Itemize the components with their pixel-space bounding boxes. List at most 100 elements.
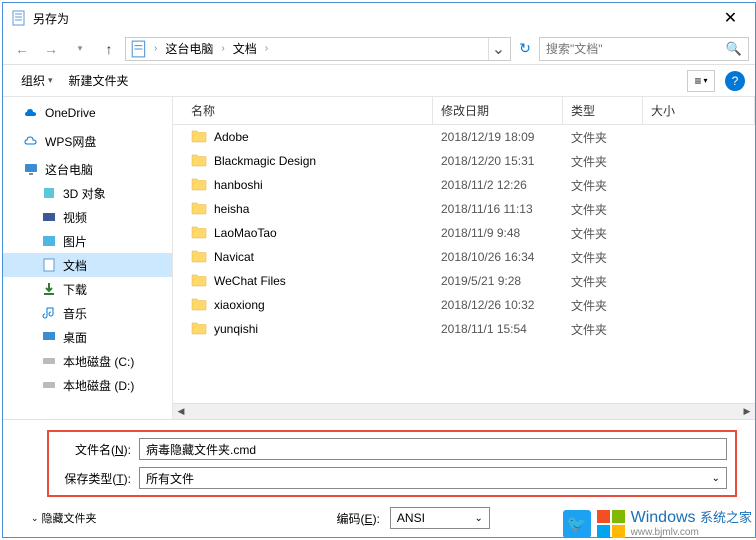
help-button[interactable]: ? xyxy=(725,71,745,91)
sidebar-downloads[interactable]: 下载 xyxy=(3,277,172,301)
file-list[interactable]: Adobe2018/12/19 18:09文件夹Blackmagic Desig… xyxy=(173,125,755,403)
file-name: Navicat xyxy=(214,250,254,264)
filename-input[interactable] xyxy=(139,438,727,460)
document-location-icon xyxy=(130,40,148,58)
file-date: 2018/12/20 15:31 xyxy=(433,154,563,168)
file-date: 2018/11/9 9:48 xyxy=(433,226,563,240)
file-type: 文件夹 xyxy=(563,321,643,338)
table-row[interactable]: xiaoxiong2018/12/26 10:32文件夹 xyxy=(173,293,755,317)
breadcrumb-dropdown[interactable]: ⌄ xyxy=(488,38,508,60)
file-date: 2018/11/16 11:13 xyxy=(433,202,563,216)
videos-icon xyxy=(41,209,57,225)
sidebar-3d-objects[interactable]: 3D 对象 xyxy=(3,181,172,205)
chevron-down-icon: ⌄ xyxy=(712,473,720,484)
folder-icon xyxy=(191,201,207,218)
file-list-area: 名称 修改日期 类型 大小 Adobe2018/12/19 18:09文件夹Bl… xyxy=(173,97,755,419)
view-mode-dropdown[interactable]: ≡ ▾ xyxy=(687,70,715,92)
column-size[interactable]: 大小 xyxy=(643,97,755,124)
encoding-label: 编码(E): xyxy=(337,510,380,527)
file-date: 2019/5/21 9:28 xyxy=(433,274,563,288)
back-button[interactable]: ← xyxy=(9,36,35,62)
search-input[interactable] xyxy=(546,42,726,56)
column-type[interactable]: 类型 xyxy=(563,97,643,124)
file-name: Adobe xyxy=(214,130,249,144)
view-options: ≡ ▾ xyxy=(687,70,715,92)
sidebar-desktop[interactable]: 桌面 xyxy=(3,325,172,349)
chevron-right-icon: › xyxy=(154,43,157,54)
folder-icon xyxy=(191,321,207,338)
table-row[interactable]: heisha2018/11/16 11:13文件夹 xyxy=(173,197,755,221)
filename-row: 文件名(N): xyxy=(57,438,727,460)
file-name: WeChat Files xyxy=(214,274,286,288)
navigation-tree[interactable]: OneDrive WPS网盘 这台电脑 3D 对象 视频 图片 文档 下载 音乐… xyxy=(3,97,173,419)
table-row[interactable]: hanboshi2018/11/2 12:26文件夹 xyxy=(173,173,755,197)
sidebar-videos[interactable]: 视频 xyxy=(3,205,172,229)
folder-icon xyxy=(191,273,207,290)
save-as-dialog: 另存为 ✕ ← → ▾ ↑ › 这台电脑 › 文档 › ⌄ ↻ 🔍 组织▾ 新建… xyxy=(2,2,756,538)
sidebar-disk-c[interactable]: 本地磁盘 (C:) xyxy=(3,349,172,373)
folder-icon xyxy=(191,129,207,146)
search-icon: 🔍 xyxy=(726,41,742,57)
cloud-icon xyxy=(23,105,39,121)
new-folder-button[interactable]: 新建文件夹 xyxy=(61,72,137,89)
file-type: 文件夹 xyxy=(563,177,643,194)
folder-icon xyxy=(191,297,207,314)
highlight-annotation: 文件名(N): 保存类型(T): 所有文件⌄ xyxy=(47,430,737,497)
file-type: 文件夹 xyxy=(563,201,643,218)
table-row[interactable]: Blackmagic Design 2018/12/20 15:31文件夹 xyxy=(173,149,755,173)
table-row[interactable]: yunqishi2018/11/1 15:54文件夹 xyxy=(173,317,755,341)
encoding-select[interactable]: ANSI⌄ xyxy=(390,507,490,529)
recent-dropdown[interactable]: ▾ xyxy=(67,36,93,62)
scroll-right-icon[interactable]: ▶ xyxy=(739,406,755,417)
file-type: 文件夹 xyxy=(563,153,643,170)
refresh-button[interactable]: ↻ xyxy=(514,40,536,57)
folder-icon xyxy=(191,225,207,242)
scroll-left-icon[interactable]: ◀ xyxy=(173,406,189,417)
hide-folders-toggle[interactable]: ⌄隐藏文件夹 xyxy=(31,510,97,526)
sidebar-disk-d[interactable]: 本地磁盘 (D:) xyxy=(3,373,172,397)
sidebar-documents[interactable]: 文档 xyxy=(3,253,172,277)
close-button[interactable]: ✕ xyxy=(708,4,753,32)
filetype-label: 保存类型(T): xyxy=(57,470,131,487)
bottom-panel: 文件名(N): 保存类型(T): 所有文件⌄ ⌄隐藏文件夹 编码(E): ANS… xyxy=(3,419,755,537)
breadcrumb-current[interactable]: 文档 xyxy=(229,40,261,57)
folder-icon xyxy=(191,153,207,170)
up-button[interactable]: ↑ xyxy=(96,36,122,62)
file-name: yunqishi xyxy=(214,322,258,336)
music-icon xyxy=(41,305,57,321)
sidebar-wps[interactable]: WPS网盘 xyxy=(3,129,172,153)
sidebar-music[interactable]: 音乐 xyxy=(3,301,172,325)
notepad-icon xyxy=(11,10,27,26)
file-name: hanboshi xyxy=(214,178,263,192)
downloads-icon xyxy=(41,281,57,297)
pictures-icon xyxy=(41,233,57,249)
search-box[interactable]: 🔍 xyxy=(539,37,749,61)
disk-icon xyxy=(41,377,57,393)
file-type: 文件夹 xyxy=(563,297,643,314)
forward-button[interactable]: → xyxy=(38,36,64,62)
file-name: Blackmagic Design xyxy=(214,154,316,168)
sidebar-pictures[interactable]: 图片 xyxy=(3,229,172,253)
file-name: LaoMaoTao xyxy=(214,226,277,240)
table-row[interactable]: WeChat Files 2019/5/21 9:28文件夹 xyxy=(173,269,755,293)
window-title: 另存为 xyxy=(33,10,708,27)
file-date: 2018/12/26 10:32 xyxy=(433,298,563,312)
table-row[interactable]: Adobe2018/12/19 18:09文件夹 xyxy=(173,125,755,149)
folder-icon xyxy=(191,177,207,194)
3d-objects-icon xyxy=(41,185,57,201)
sidebar-onedrive[interactable]: OneDrive xyxy=(3,101,172,125)
sidebar-thispc[interactable]: 这台电脑 xyxy=(3,157,172,181)
documents-icon xyxy=(41,257,57,273)
chevron-right-icon: › xyxy=(265,43,268,54)
breadcrumb-root[interactable]: 这台电脑 xyxy=(161,40,217,57)
file-type: 文件夹 xyxy=(563,273,643,290)
organize-menu[interactable]: 组织▾ xyxy=(13,72,61,89)
column-name[interactable]: 名称 xyxy=(173,97,433,124)
filetype-select[interactable]: 所有文件⌄ xyxy=(139,467,727,489)
table-row[interactable]: LaoMaoTao2018/11/9 9:48文件夹 xyxy=(173,221,755,245)
table-row[interactable]: Navicat2018/10/26 16:34文件夹 xyxy=(173,245,755,269)
column-date[interactable]: 修改日期 xyxy=(433,97,563,124)
breadcrumb[interactable]: › 这台电脑 › 文档 › ⌄ xyxy=(125,37,511,61)
horizontal-scrollbar[interactable]: ◀ ▶ xyxy=(173,403,755,419)
desktop-icon xyxy=(41,329,57,345)
